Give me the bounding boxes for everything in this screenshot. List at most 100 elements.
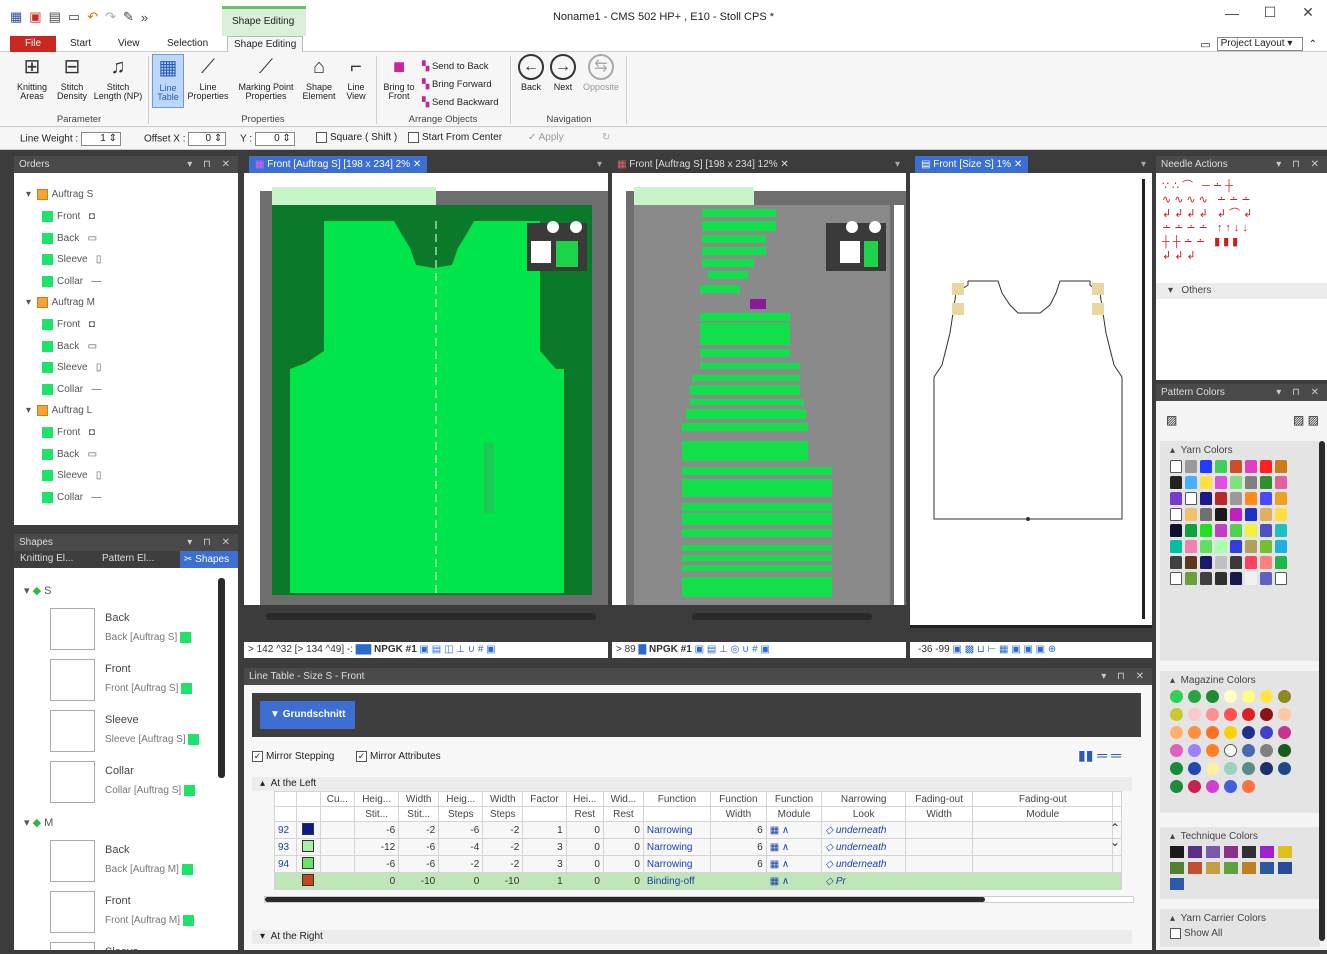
- view3-tab[interactable]: ▤ Front [Size S] 1% ✕: [915, 156, 1029, 173]
- undo-icon[interactable]: ↶: [87, 9, 98, 25]
- col-header[interactable]: Function: [710, 791, 767, 807]
- cell-width-stitches[interactable]: -2: [398, 821, 440, 839]
- col-header[interactable]: Narrowing: [821, 791, 906, 807]
- magazine-color-swatch[interactable]: [1188, 780, 1201, 793]
- magazine-colors-header[interactable]: ▴ Magazine Colors: [1160, 671, 1320, 690]
- view2-canvas[interactable]: [612, 173, 906, 628]
- view3-canvas[interactable]: [910, 173, 1152, 628]
- magazine-color-swatch[interactable]: [1278, 708, 1291, 721]
- magazine-color-swatch[interactable]: [1224, 762, 1237, 775]
- cell-function-width[interactable]: 6: [710, 838, 767, 856]
- shapes-scrollbar[interactable]: [218, 578, 225, 778]
- navigation-opposite-button[interactable]: ⇆ Opposite: [580, 54, 622, 92]
- cell-cu[interactable]: [319, 855, 356, 873]
- view1-menu-icon[interactable]: ▾: [597, 156, 602, 173]
- cell-height-steps[interactable]: -2: [438, 855, 484, 873]
- cell-function-module[interactable]: ▦ ∧: [765, 855, 823, 873]
- technique-color-swatch[interactable]: [1242, 862, 1256, 874]
- cell-height-rest[interactable]: 0: [565, 872, 604, 890]
- yarn-color-swatch[interactable]: [1215, 492, 1227, 505]
- cell-width-steps[interactable]: -2: [482, 855, 524, 873]
- yarn-color-swatch[interactable]: [1200, 508, 1212, 521]
- magazine-color-swatch[interactable]: [1188, 726, 1201, 739]
- magazine-color-swatch[interactable]: [1206, 762, 1219, 775]
- cell-height-steps[interactable]: -6: [438, 821, 484, 839]
- tab-knitting-elements[interactable]: Knitting El...: [20, 553, 73, 564]
- cell-height-stitches[interactable]: -6: [354, 821, 400, 839]
- yarn-color-swatch[interactable]: [1230, 508, 1242, 521]
- mirror-stepping-checkbox[interactable]: ✓: [252, 751, 263, 762]
- cell-fading-width[interactable]: [904, 838, 974, 856]
- magazine-color-swatch[interactable]: [1242, 726, 1255, 739]
- view2-npgk[interactable]: NPGK #1: [649, 644, 692, 655]
- magazine-color-swatch[interactable]: [1206, 744, 1219, 757]
- cell-narrowing-look[interactable]: ◇ underneath: [821, 838, 906, 856]
- magazine-color-swatch[interactable]: [1260, 708, 1273, 721]
- magazine-color-swatch[interactable]: [1260, 726, 1273, 739]
- yarn-color-swatch[interactable]: [1230, 540, 1242, 553]
- shape-element-button[interactable]: ⌂ Shape Element: [300, 54, 338, 101]
- cell-function[interactable]: Narrowing: [642, 855, 712, 873]
- line-view-button[interactable]: ⌐ Line View: [340, 54, 372, 101]
- cell-cu[interactable]: [319, 821, 356, 839]
- view1-tools-icon[interactable]: ▇▇: [356, 644, 371, 655]
- yarn-color-swatch[interactable]: [1275, 460, 1287, 473]
- cell-function-module[interactable]: ▦ ∧: [765, 872, 823, 890]
- cell-cu[interactable]: [319, 838, 356, 856]
- yarn-color-swatch[interactable]: [1170, 572, 1182, 585]
- yarn-color-swatch[interactable]: [1275, 508, 1287, 521]
- line-table-button[interactable]: ▦ Line Table: [152, 54, 184, 108]
- order-item[interactable]: Sleeve ▯: [42, 470, 101, 481]
- others-section[interactable]: ▾ Others: [1156, 283, 1327, 299]
- order-item[interactable]: Front ◘: [42, 211, 95, 222]
- cell-height-stitches[interactable]: -12: [354, 838, 400, 856]
- magazine-color-swatch[interactable]: [1260, 762, 1273, 775]
- order-group[interactable]: ▾ Auftrag M: [26, 297, 95, 308]
- magazine-color-swatch[interactable]: [1170, 690, 1183, 703]
- magazine-color-swatch[interactable]: [1188, 744, 1201, 757]
- knitting-areas-button[interactable]: ⊞ Knitting Areas: [14, 54, 50, 101]
- carrier-colors-header[interactable]: ▴ Yarn Carrier Colors: [1160, 909, 1320, 928]
- shapes-panel-controls-icon[interactable]: ▾ ⊓ ✕: [187, 534, 234, 551]
- cell-height-steps[interactable]: -4: [438, 838, 484, 856]
- group-s-header[interactable]: ▾ ◆ S: [24, 584, 51, 597]
- yarn-color-swatch[interactable]: [1170, 492, 1182, 505]
- view1-canvas[interactable]: [244, 173, 608, 628]
- col-header[interactable]: Function: [642, 791, 712, 807]
- apply-button[interactable]: ✓ Apply: [528, 132, 564, 143]
- minimize-icon[interactable]: —: [1213, 5, 1251, 21]
- bring-forward-button[interactable]: ▚ Bring Forward: [422, 76, 499, 94]
- tab-start[interactable]: Start: [64, 36, 97, 52]
- view1-tab[interactable]: ▦ Front [Auftrag S] [198 x 234] 2% ✕: [249, 156, 428, 173]
- magazine-color-swatch[interactable]: [1278, 744, 1291, 757]
- cell-function[interactable]: Binding-off: [642, 872, 712, 890]
- order-item[interactable]: Sleeve ▯: [42, 362, 101, 373]
- cell-function[interactable]: Narrowing: [642, 821, 712, 839]
- yarn-color-swatch[interactable]: [1245, 572, 1257, 585]
- row-color[interactable]: [296, 872, 321, 890]
- open-icon[interactable]: ▤: [49, 9, 61, 25]
- yarn-color-swatch[interactable]: [1200, 572, 1212, 585]
- cell-height-rest[interactable]: 0: [565, 821, 604, 839]
- cell-fading-module[interactable]: [972, 838, 1114, 856]
- order-item[interactable]: Back ▭: [42, 232, 97, 244]
- magazine-color-swatch[interactable]: [1206, 780, 1219, 793]
- order-item[interactable]: Collar —: [42, 383, 101, 395]
- yarn-color-swatch[interactable]: [1275, 492, 1287, 505]
- left-section-header[interactable]: ▴ At the Left: [252, 777, 1132, 791]
- line-table-controls-icon[interactable]: ▾ ⊓ ✕: [1101, 668, 1148, 685]
- row-color[interactable]: [296, 855, 321, 873]
- yarn-color-swatch[interactable]: [1215, 508, 1227, 521]
- col-header[interactable]: Function: [765, 791, 823, 807]
- yarn-color-swatch[interactable]: [1185, 540, 1197, 553]
- yarn-color-swatch[interactable]: [1260, 540, 1272, 553]
- cell-factor[interactable]: 3: [522, 855, 567, 873]
- panel-controls-icon[interactable]: ▾ ⊓ ✕: [187, 156, 234, 173]
- cell-fading-module[interactable]: [972, 821, 1114, 839]
- yarn-color-swatch[interactable]: [1245, 508, 1257, 521]
- col-header[interactable]: Fading-out: [972, 791, 1114, 807]
- technique-color-swatch[interactable]: [1260, 846, 1274, 858]
- yarn-color-swatch[interactable]: [1215, 572, 1227, 585]
- cell-fading-width[interactable]: [904, 872, 974, 890]
- group-m-header[interactable]: ▾ ◆ M: [24, 816, 53, 829]
